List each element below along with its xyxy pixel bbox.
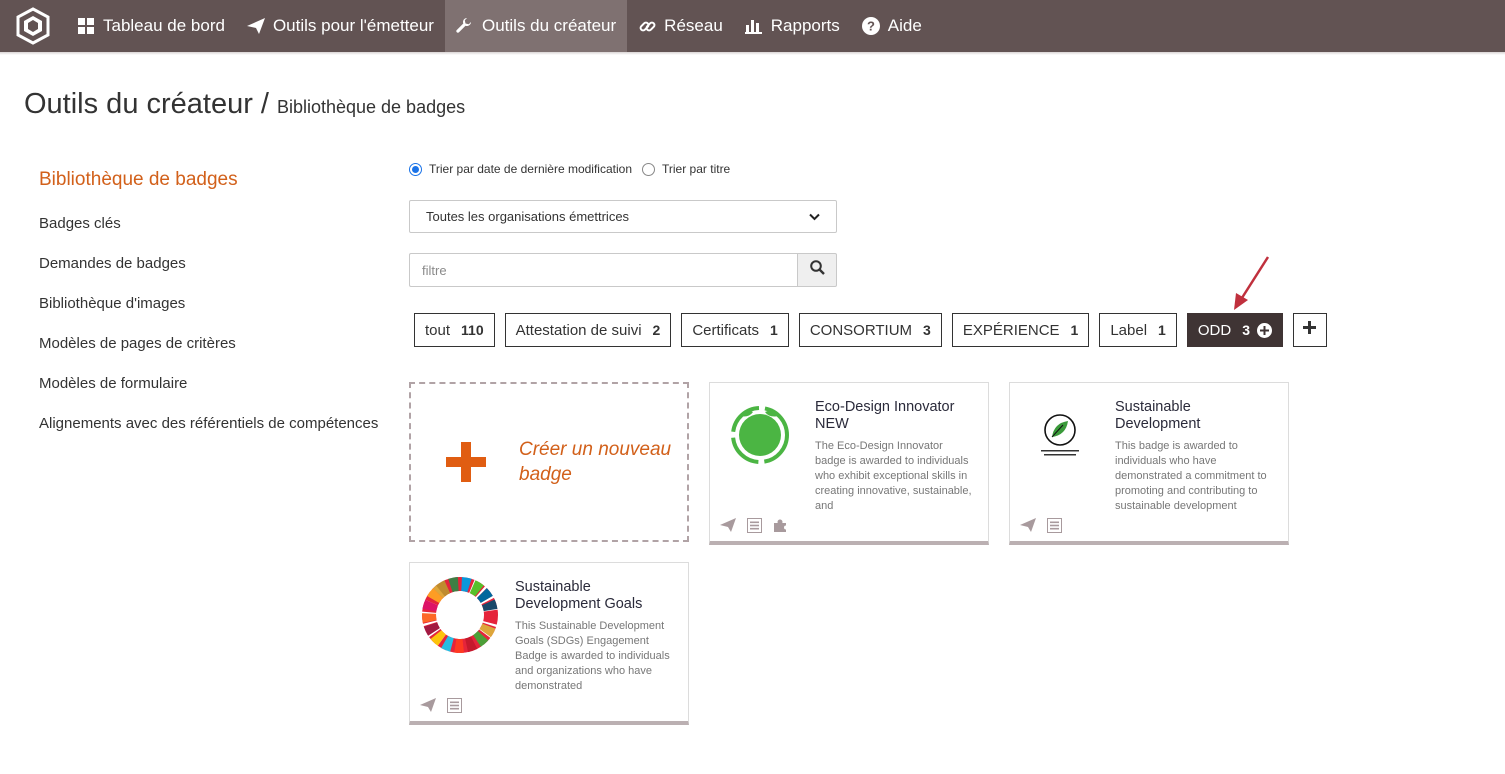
tag-label: Label — [1110, 321, 1148, 339]
sort-by-date-label: Trier par date de dernière modification — [429, 162, 632, 176]
tag-count: 2 — [652, 322, 661, 338]
sidebar-item-badge-library[interactable]: Bibliothèque de badges — [39, 166, 378, 210]
plus-icon — [1303, 321, 1317, 339]
nav-dashboard-label: Tableau de bord — [103, 16, 225, 35]
nav-creator-tools[interactable]: Outils du créateur — [444, 0, 628, 52]
wrench-icon — [456, 17, 474, 35]
tag-all[interactable]: tout 110 — [414, 313, 495, 347]
badge-actions — [720, 517, 788, 533]
sidebar-item-competency-alignments[interactable]: Alignements avec des référentiels de com… — [39, 410, 378, 450]
badge-card-sdg[interactable]: Sustainable Development Goals This Susta… — [409, 562, 689, 725]
nav-reports-label: Rapports — [770, 16, 840, 35]
plus-circle-icon[interactable] — [1256, 322, 1272, 338]
tag-label: EXPÉRIENCE — [962, 321, 1060, 339]
badge-actions — [420, 697, 462, 713]
list-icon[interactable] — [746, 517, 762, 533]
sidebar-item-image-library[interactable]: Bibliothèque d'images — [39, 290, 378, 330]
breadcrumb-separator: / — [260, 88, 269, 120]
page-title: Outils du créateur — [24, 88, 253, 120]
sort-by-date-option[interactable]: Trier par date de dernière modification — [409, 162, 632, 176]
bar-chart-icon — [745, 17, 763, 35]
annotation-arrow — [1230, 255, 1272, 316]
link-icon — [638, 17, 656, 35]
tag-experience[interactable]: EXPÉRIENCE 1 — [951, 313, 1090, 347]
sort-options: Trier par date de dernière modification … — [409, 162, 740, 176]
tag-label: CONSORTIUM — [809, 321, 913, 339]
badge-title: Eco-Design Innovator NEW — [815, 399, 955, 432]
page-subtitle: Bibliothèque de badges — [276, 97, 466, 117]
sidebar-item-key-badges[interactable]: Badges clés — [39, 210, 378, 250]
nav-network-label: Réseau — [664, 16, 723, 35]
tag-filter-bar: tout 110 Attestation de suivi 2 Certific… — [414, 313, 1327, 347]
nav-help-label: Aide — [887, 16, 922, 35]
sort-by-title-option[interactable]: Trier par titre — [642, 162, 730, 176]
send-icon[interactable] — [420, 697, 436, 713]
top-navbar: Tableau de bord Outils pour l'émetteur O… — [0, 0, 1505, 52]
nav-creator-tools-label: Outils du créateur — [481, 16, 617, 35]
badge-title: Sustainable Development — [1115, 399, 1201, 432]
dashboard-icon — [77, 17, 95, 35]
send-icon[interactable] — [1020, 517, 1036, 533]
sidebar-item-form-templates[interactable]: Modèles de formulaire — [39, 370, 378, 410]
list-icon[interactable] — [446, 697, 462, 713]
tag-odd-selected[interactable]: ODD 3 — [1186, 313, 1283, 347]
chevron-down-icon — [809, 209, 820, 224]
issuer-organization-select[interactable]: Toutes les organisations émettrices — [409, 200, 837, 233]
badge-card-eco-design[interactable]: Eco-Design Innovator NEW The Eco-Design … — [709, 382, 989, 545]
badge-actions — [1020, 517, 1062, 533]
tag-certificates[interactable]: Certificats 1 — [681, 313, 789, 347]
tag-count: 1 — [1158, 322, 1166, 338]
tag-count: 110 — [461, 322, 484, 338]
sdg-wheel-badge-image — [420, 575, 500, 655]
badge-description: The Eco-Design Innovator badge is awarde… — [815, 440, 972, 512]
puzzle-icon[interactable] — [772, 517, 788, 533]
navbar-shadow — [0, 52, 1505, 55]
send-icon[interactable] — [720, 517, 736, 533]
tag-count: 3 — [1242, 322, 1250, 338]
tag-label-tag[interactable]: Label 1 — [1099, 313, 1177, 347]
sidebar: Bibliothèque de badges Badges clés Deman… — [39, 166, 378, 450]
badge-description: This Sustainable Development Goals (SDGs… — [515, 620, 670, 692]
sort-by-date-radio[interactable] — [409, 162, 422, 176]
tag-consortium[interactable]: CONSORTIUM 3 — [798, 313, 942, 347]
nav-issuer-tools-label: Outils pour l'émetteur — [272, 16, 434, 35]
plus-icon — [446, 442, 486, 482]
filter-input[interactable]: filtre — [409, 253, 797, 287]
create-badge-card[interactable]: Créer un nouveau badge — [409, 382, 689, 542]
badge-description: This badge is awarded to individuals who… — [1115, 440, 1267, 512]
nav-help[interactable]: ? Aide — [851, 0, 933, 52]
nav-reports[interactable]: Rapports — [734, 0, 851, 52]
tag-label: ODD — [1197, 321, 1232, 339]
filter-group: filtre — [409, 253, 837, 287]
filter-search-button[interactable] — [797, 253, 837, 287]
issuer-organization-select-value: Toutes les organisations émettrices — [426, 209, 630, 224]
badge-card-sustainable-development[interactable]: Sustainable Development This badge is aw… — [1009, 382, 1289, 545]
nav-dashboard[interactable]: Tableau de bord — [66, 0, 236, 52]
sidebar-item-badge-requests[interactable]: Demandes de badges — [39, 250, 378, 290]
sustainable-development-badge-image — [1020, 395, 1100, 475]
sidebar-item-criteria-templates[interactable]: Modèles de pages de critères — [39, 330, 378, 370]
nav-network[interactable]: Réseau — [627, 0, 734, 52]
svg-text:?: ? — [867, 19, 875, 34]
create-badge-label: Créer un nouveau badge — [519, 439, 672, 485]
sort-by-title-label: Trier par titre — [662, 162, 731, 176]
app-logo-icon[interactable] — [0, 0, 66, 52]
question-circle-icon: ? — [861, 17, 880, 35]
search-icon — [809, 260, 825, 280]
tag-attestation[interactable]: Attestation de suivi 2 — [504, 313, 672, 347]
tag-label: Certificats — [692, 321, 760, 339]
tag-count: 1 — [770, 322, 778, 338]
eco-friendly-badge-image — [720, 395, 800, 475]
badge-title: Sustainable Development Goals — [515, 579, 643, 612]
tag-label: Attestation de suivi — [515, 321, 642, 339]
tag-label: tout — [425, 321, 451, 339]
nav-issuer-tools[interactable]: Outils pour l'émetteur — [236, 0, 445, 52]
sort-by-title-radio[interactable] — [642, 162, 655, 176]
list-icon[interactable] — [1046, 517, 1062, 533]
tag-count: 3 — [923, 322, 931, 338]
add-tag-button[interactable] — [1292, 313, 1327, 347]
paper-plane-icon — [246, 17, 265, 35]
tag-count: 1 — [1070, 322, 1079, 338]
breadcrumb: Outils du créateur / Bibliothèque de bad… — [24, 88, 465, 121]
